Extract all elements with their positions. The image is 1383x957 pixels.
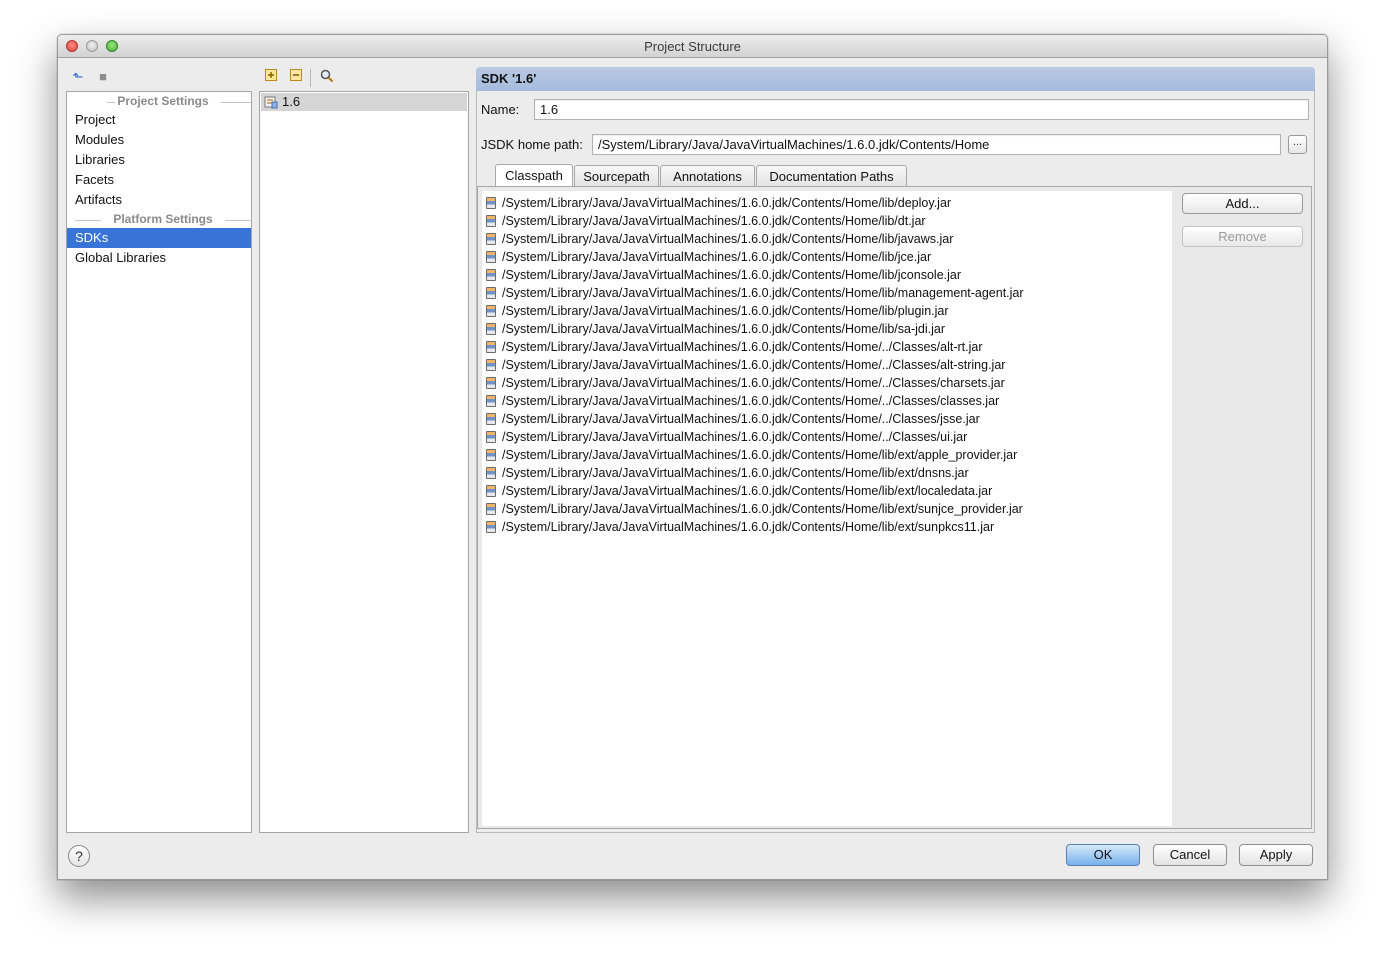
browse-button[interactable]: ... — [1288, 135, 1307, 154]
classpath-list[interactable]: /System/Library/Java/JavaVirtualMachines… — [482, 191, 1172, 826]
classpath-row[interactable]: /System/Library/Java/JavaVirtualMachines… — [486, 482, 992, 500]
sdk-icon — [264, 95, 278, 114]
add-icon[interactable] — [263, 69, 279, 85]
add-path-button[interactable]: Add... — [1182, 193, 1303, 214]
jar-icon — [486, 394, 496, 407]
sdk-list-item[interactable]: 1.6 — [261, 93, 467, 111]
classpath-path: /System/Library/Java/JavaVirtualMachines… — [502, 358, 1006, 372]
jar-icon — [486, 286, 496, 299]
window-title: Project Structure — [644, 39, 741, 54]
project-settings-header: Project Settings — [75, 94, 251, 110]
classpath-path: /System/Library/Java/JavaVirtualMachines… — [502, 412, 980, 426]
jar-icon — [486, 502, 496, 515]
tab-classpath[interactable]: Classpath — [495, 164, 573, 187]
classpath-path: /System/Library/Java/JavaVirtualMachines… — [502, 286, 1024, 300]
home-path-label: JSDK home path: — [481, 137, 583, 152]
sidebar-item-modules[interactable]: Modules — [67, 130, 251, 150]
sidebar-item-facets[interactable]: Facets — [67, 170, 251, 190]
forward-icon[interactable]: ■ — [95, 69, 111, 85]
classpath-row[interactable]: /System/Library/Java/JavaVirtualMachines… — [486, 518, 994, 536]
jar-icon — [486, 466, 496, 479]
classpath-row[interactable]: /System/Library/Java/JavaVirtualMachines… — [486, 446, 1017, 464]
classpath-row[interactable]: /System/Library/Java/JavaVirtualMachines… — [486, 194, 951, 212]
remove-path-button[interactable]: Remove — [1182, 226, 1303, 247]
classpath-path: /System/Library/Java/JavaVirtualMachines… — [502, 520, 995, 534]
sdk-header: SDK '1.6' — [476, 67, 1315, 91]
classpath-path: /System/Library/Java/JavaVirtualMachines… — [502, 196, 952, 210]
tab-sourcepath[interactable]: Sourcepath — [574, 165, 659, 187]
classpath-row[interactable]: /System/Library/Java/JavaVirtualMachines… — [486, 230, 953, 248]
classpath-path: /System/Library/Java/JavaVirtualMachines… — [502, 502, 1023, 516]
jar-icon — [486, 214, 496, 227]
jar-icon — [486, 196, 496, 209]
classpath-row[interactable]: /System/Library/Java/JavaVirtualMachines… — [486, 338, 983, 356]
sidebar-item-sdks[interactable]: SDKs — [67, 228, 251, 248]
classpath-path: /System/Library/Java/JavaVirtualMachines… — [502, 268, 962, 282]
sidebar-item-global-libraries[interactable]: Global Libraries — [67, 248, 251, 268]
jar-icon — [486, 448, 496, 461]
classpath-path: /System/Library/Java/JavaVirtualMachines… — [502, 394, 1000, 408]
platform-settings-header: Platform Settings — [75, 212, 251, 228]
jar-icon — [486, 430, 496, 443]
jar-icon — [486, 232, 496, 245]
jar-icon — [486, 304, 496, 317]
classpath-row[interactable]: /System/Library/Java/JavaVirtualMachines… — [486, 356, 1005, 374]
settings-sidebar: Project Settings Project Modules Librari… — [66, 91, 252, 833]
sidebar-item-artifacts[interactable]: Artifacts — [67, 190, 251, 210]
classpath-path: /System/Library/Java/JavaVirtualMachines… — [502, 214, 926, 228]
search-icon[interactable] — [319, 69, 335, 85]
jar-icon — [486, 250, 496, 263]
classpath-path: /System/Library/Java/JavaVirtualMachines… — [502, 250, 932, 264]
home-path-field[interactable]: /System/Library/Java/JavaVirtualMachines… — [592, 134, 1281, 155]
classpath-path: /System/Library/Java/JavaVirtualMachines… — [502, 322, 946, 336]
jar-icon — [486, 484, 496, 497]
classpath-row[interactable]: /System/Library/Java/JavaVirtualMachines… — [486, 464, 969, 482]
classpath-path: /System/Library/Java/JavaVirtualMachines… — [502, 232, 954, 246]
sdk-list: 1.6 — [259, 91, 469, 833]
title-bar: Project Structure — [58, 35, 1327, 58]
tab-documentation-paths[interactable]: Documentation Paths — [756, 165, 907, 187]
classpath-row[interactable]: /System/Library/Java/JavaVirtualMachines… — [486, 302, 949, 320]
classpath-path: /System/Library/Java/JavaVirtualMachines… — [502, 304, 949, 318]
sdk-list-item-label: 1.6 — [282, 94, 301, 109]
classpath-row[interactable]: /System/Library/Java/JavaVirtualMachines… — [486, 320, 945, 338]
classpath-row[interactable]: /System/Library/Java/JavaVirtualMachines… — [486, 266, 961, 284]
apply-button[interactable]: Apply — [1239, 844, 1313, 866]
classpath-path: /System/Library/Java/JavaVirtualMachines… — [502, 376, 1005, 390]
jar-icon — [486, 268, 496, 281]
name-label: Name: — [481, 102, 520, 117]
jar-icon — [486, 340, 496, 353]
project-structure-window: Project Structure ⬑ ■ Project Settings P… — [57, 34, 1328, 880]
sdk-name-field[interactable]: 1.6 — [534, 99, 1309, 120]
back-arrow-icon[interactable]: ⬑ — [70, 69, 86, 85]
remove-icon[interactable] — [288, 69, 304, 85]
jar-icon — [486, 358, 496, 371]
jar-icon — [486, 412, 496, 425]
jar-icon — [486, 376, 496, 389]
sidebar-item-project[interactable]: Project — [67, 110, 251, 130]
classpath-path: /System/Library/Java/JavaVirtualMachines… — [502, 448, 1018, 462]
jar-icon — [486, 520, 496, 533]
cancel-button[interactable]: Cancel — [1153, 844, 1227, 866]
jar-icon — [486, 322, 496, 335]
classpath-row[interactable]: /System/Library/Java/JavaVirtualMachines… — [486, 410, 980, 428]
classpath-row[interactable]: /System/Library/Java/JavaVirtualMachines… — [486, 212, 926, 230]
ok-button[interactable]: OK — [1066, 844, 1140, 866]
sidebar-item-libraries[interactable]: Libraries — [67, 150, 251, 170]
classpath-path: /System/Library/Java/JavaVirtualMachines… — [502, 430, 968, 444]
classpath-row[interactable]: /System/Library/Java/JavaVirtualMachines… — [486, 248, 931, 266]
classpath-row[interactable]: /System/Library/Java/JavaVirtualMachines… — [486, 428, 967, 446]
help-button[interactable]: ? — [68, 845, 90, 867]
classpath-path: /System/Library/Java/JavaVirtualMachines… — [502, 484, 993, 498]
classpath-tab-body: /System/Library/Java/JavaVirtualMachines… — [477, 186, 1312, 829]
classpath-path: /System/Library/Java/JavaVirtualMachines… — [502, 340, 983, 354]
classpath-row[interactable]: /System/Library/Java/JavaVirtualMachines… — [486, 500, 1023, 518]
classpath-row[interactable]: /System/Library/Java/JavaVirtualMachines… — [486, 392, 999, 410]
tab-annotations[interactable]: Annotations — [660, 165, 755, 187]
classpath-path: /System/Library/Java/JavaVirtualMachines… — [502, 466, 969, 480]
classpath-row[interactable]: /System/Library/Java/JavaVirtualMachines… — [486, 284, 1024, 302]
toolbar-separator — [310, 69, 311, 87]
classpath-row[interactable]: /System/Library/Java/JavaVirtualMachines… — [486, 374, 1005, 392]
